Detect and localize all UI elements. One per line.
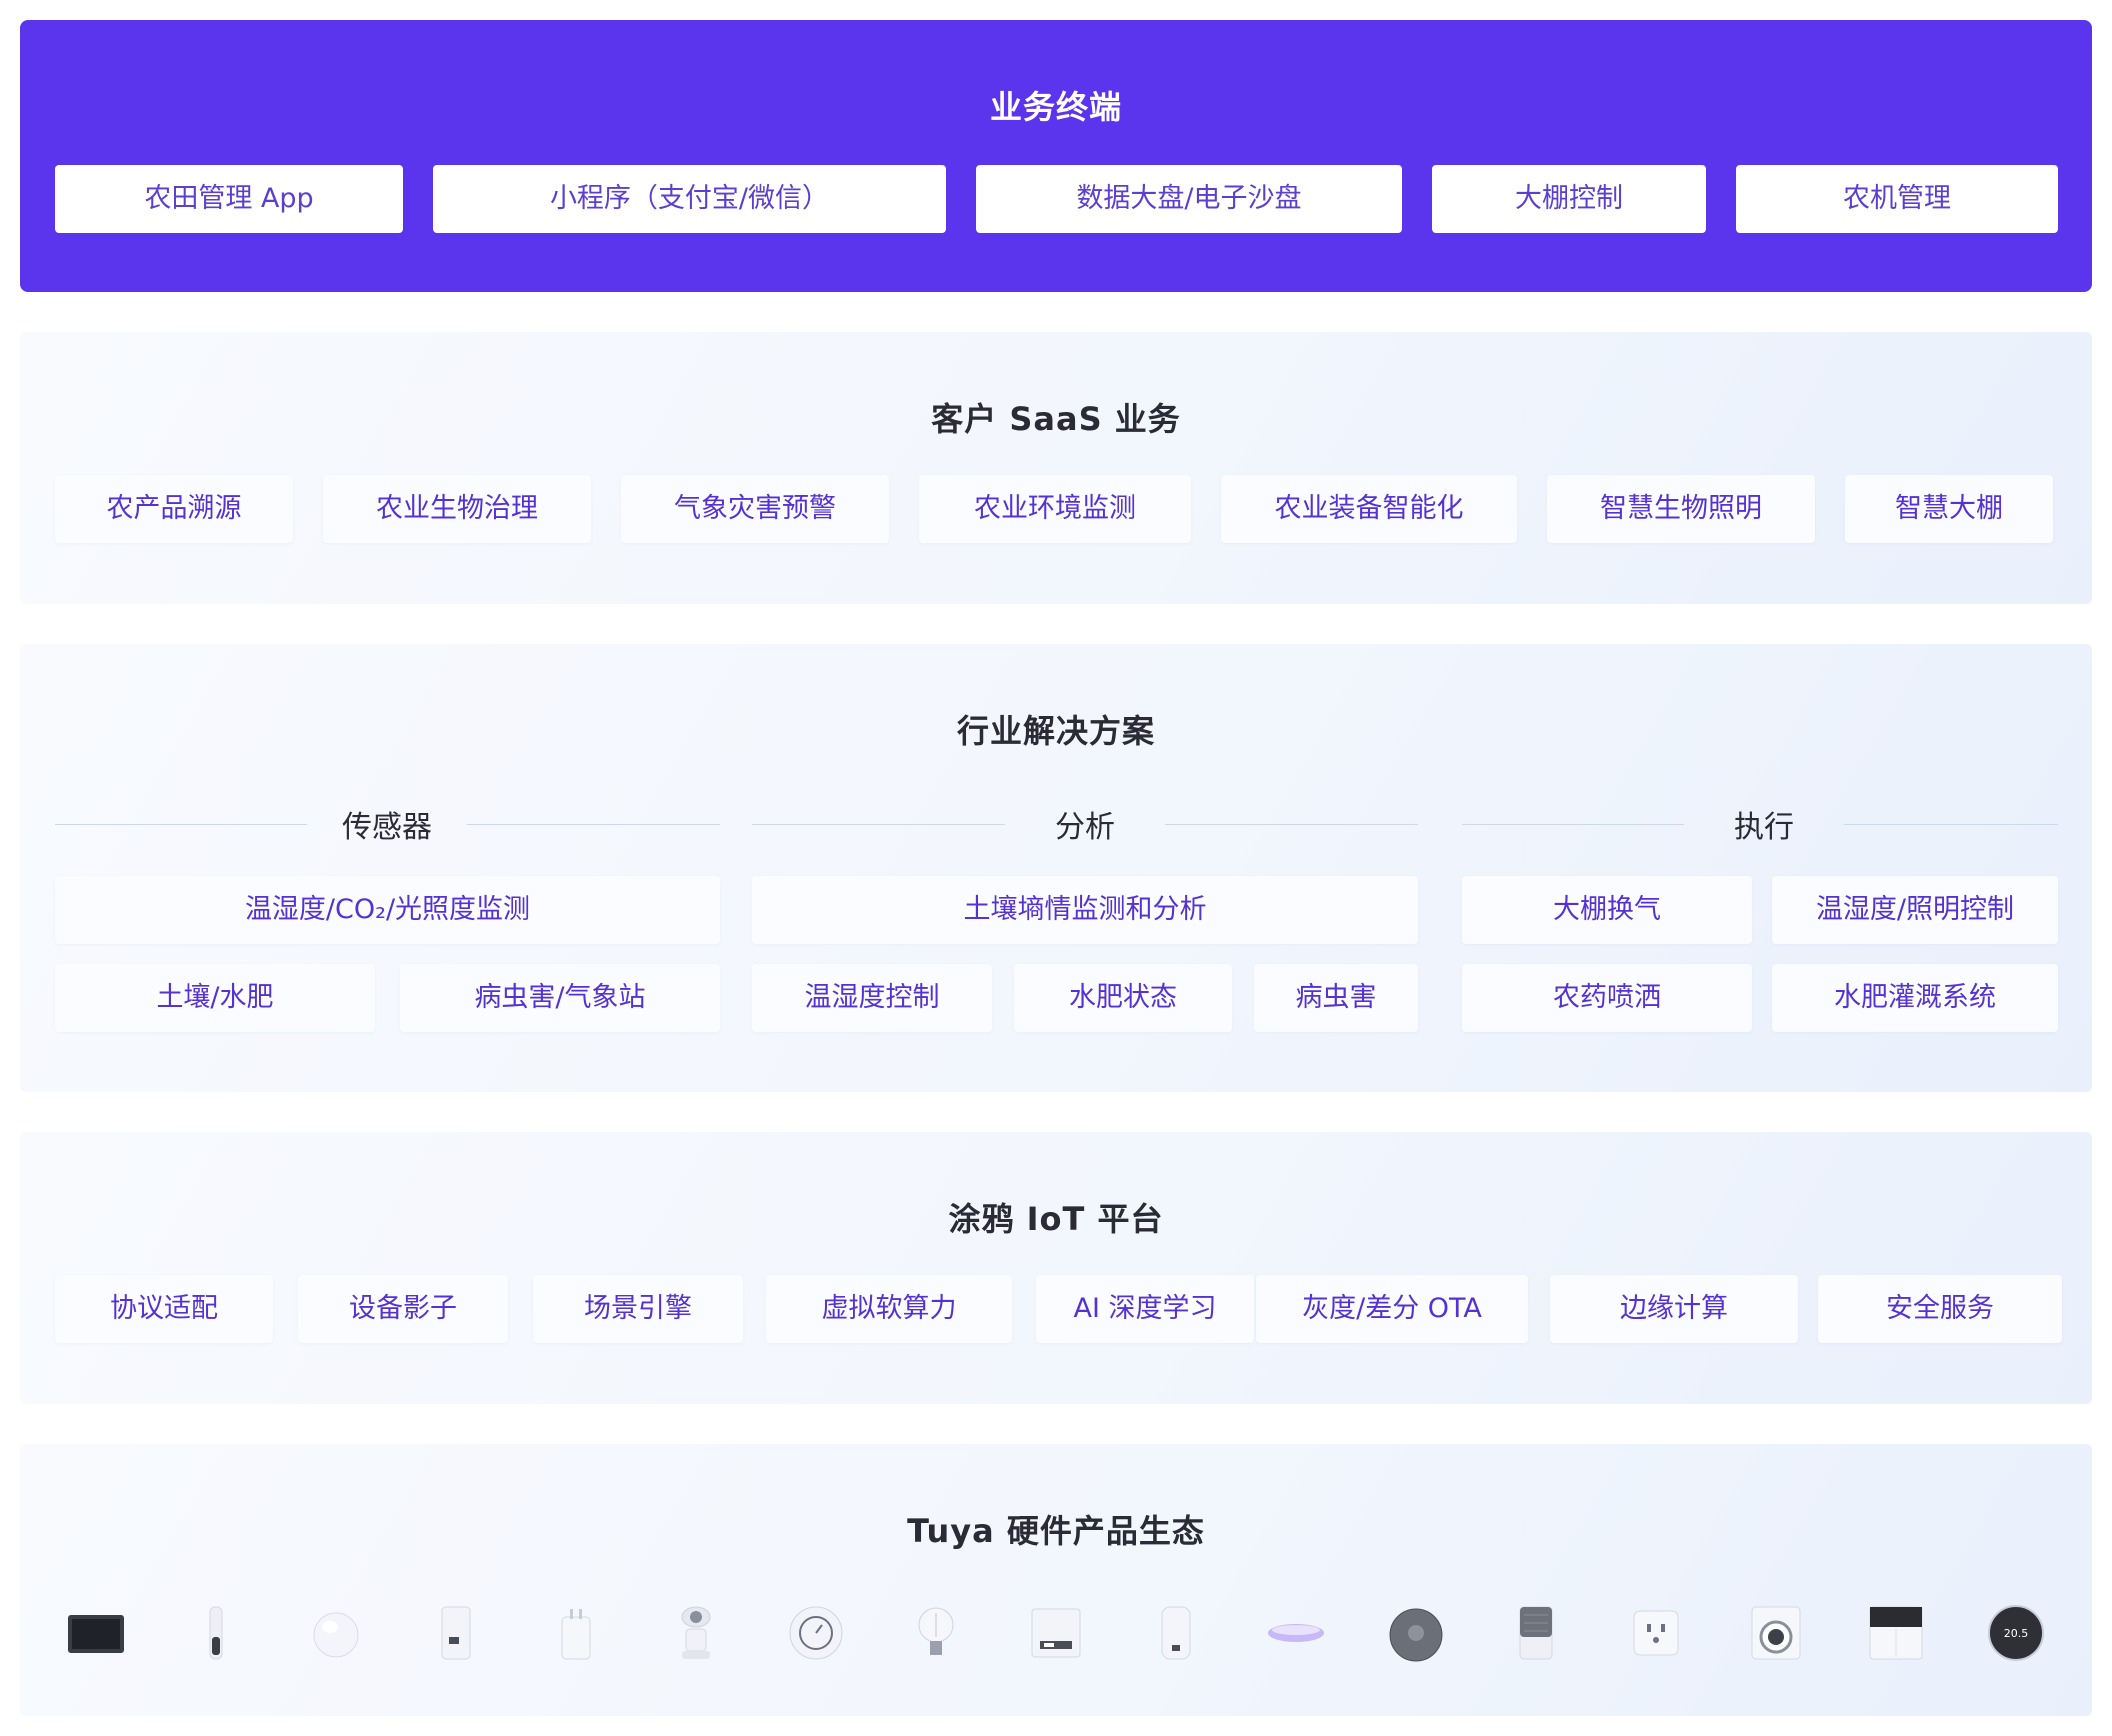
smart-ball-icon <box>306 1603 366 1663</box>
terminal-item-greenhouse-control[interactable]: 大棚控制 <box>1432 165 1706 233</box>
section-title-hardware: Tuya 硬件产品生态 <box>907 1512 1205 1550</box>
sensor-item-climate-monitoring[interactable]: 温湿度/CO₂/光照度监测 <box>55 876 720 944</box>
divider-line <box>1844 824 2058 825</box>
terminal-item-mini-program[interactable]: 小程序（支付宝/微信） <box>433 165 946 233</box>
execution-item-ventilation[interactable]: 大棚换气 <box>1462 876 1752 944</box>
hardware-ecosystem-section: Tuya 硬件产品生态 <box>20 1444 2092 1716</box>
analysis-item-soil-moisture[interactable]: 土壤墒情监测和分析 <box>752 876 1418 944</box>
iot-item-protocol[interactable]: 协议适配 <box>55 1275 273 1343</box>
switch-panel-icon <box>1866 1603 1926 1663</box>
gauge-icon <box>786 1603 846 1663</box>
iot-item-edge-computing[interactable]: 边缘计算 <box>1550 1275 1798 1343</box>
ceiling-light-icon <box>1266 1603 1326 1663</box>
sensor-item-pest-weather[interactable]: 病虫害/气象站 <box>400 964 720 1032</box>
business-terminal-section: 业务终端 农田管理 App 小程序（支付宝/微信） 数据大盘/电子沙盘 大棚控制… <box>20 20 2092 292</box>
group-title-sensor: 传感器 <box>342 810 432 845</box>
analysis-item-pest[interactable]: 病虫害 <box>1254 964 1418 1032</box>
robot-vacuum-icon <box>1386 1603 1446 1663</box>
group-title-execution: 执行 <box>1734 810 1794 845</box>
saas-item-smart-greenhouse[interactable]: 智慧大棚 <box>1845 475 2053 543</box>
divider-line <box>467 824 720 825</box>
air-purifier-icon <box>1506 1603 1566 1663</box>
industry-solution-section: 行业解决方案 传感器 分析 执行 温湿度/CO₂/光照度监测 土壤/水肥 病虫害… <box>20 644 2092 1092</box>
divider-line <box>55 824 307 825</box>
tablet-icon <box>66 1603 126 1663</box>
sensor-stick-icon <box>186 1603 246 1663</box>
divider-line <box>1462 824 1684 825</box>
saas-item-bio-lighting[interactable]: 智慧生物照明 <box>1547 475 1815 543</box>
light-bulb-icon <box>906 1603 966 1663</box>
group-title-analysis: 分析 <box>1055 810 1115 845</box>
iot-item-virtual-compute[interactable]: 虚拟软算力 <box>766 1275 1012 1343</box>
terminal-item-farm-app[interactable]: 农田管理 App <box>55 165 403 233</box>
iot-item-scene-engine[interactable]: 场景引擎 <box>533 1275 743 1343</box>
camera-icon <box>666 1603 726 1663</box>
execution-item-climate-lighting-control[interactable]: 温湿度/照明控制 <box>1772 876 2058 944</box>
saas-item-env-monitoring[interactable]: 农业环境监测 <box>919 475 1191 543</box>
iot-platform-section: 涂鸦 IoT 平台 协议适配 设备影子 场景引擎 虚拟软算力 AI 深度学习 灰… <box>20 1132 2092 1404</box>
section-title-iot: 涂鸦 IoT 平台 <box>948 1200 1164 1238</box>
execution-item-pesticide-spraying[interactable]: 农药喷洒 <box>1462 964 1752 1032</box>
saas-section: 客户 SaaS 业务 农产品溯源 农业生物治理 气象灾害预警 农业环境监测 农业… <box>20 332 2092 604</box>
iot-item-security[interactable]: 安全服务 <box>1818 1275 2062 1343</box>
thermostat-reading: 20.5 <box>2004 1627 2029 1640</box>
saas-item-smart-equipment[interactable]: 农业装备智能化 <box>1221 475 1517 543</box>
divider-line <box>1165 824 1418 825</box>
analysis-item-climate-control[interactable]: 温湿度控制 <box>752 964 992 1032</box>
gateway-icon <box>1026 1603 1086 1663</box>
iot-item-device-shadow[interactable]: 设备影子 <box>298 1275 508 1343</box>
saas-item-weather-warning[interactable]: 气象灾害预警 <box>621 475 889 543</box>
terminal-item-dashboard[interactable]: 数据大盘/电子沙盘 <box>976 165 1402 233</box>
divider-line <box>752 824 1005 825</box>
execution-item-irrigation[interactable]: 水肥灌溉系统 <box>1772 964 2058 1032</box>
section-title-solution: 行业解决方案 <box>956 712 1155 750</box>
iot-item-ai-learning[interactable]: AI 深度学习 <box>1036 1275 1254 1343</box>
saas-item-traceability[interactable]: 农产品溯源 <box>55 475 293 543</box>
terminal-item-machinery[interactable]: 农机管理 <box>1736 165 2058 233</box>
smart-plug-icon <box>546 1603 606 1663</box>
thermostat-icon: 20.5 <box>1986 1603 2046 1663</box>
water-heater-icon <box>426 1603 486 1663</box>
washing-machine-icon <box>1746 1603 1806 1663</box>
humidifier-icon <box>1146 1603 1206 1663</box>
iot-item-ota[interactable]: 灰度/差分 OTA <box>1256 1275 1528 1343</box>
sensor-item-soil-fertilizer[interactable]: 土壤/水肥 <box>55 964 375 1032</box>
wall-socket-icon <box>1626 1603 1686 1663</box>
saas-item-bio-governance[interactable]: 农业生物治理 <box>323 475 591 543</box>
section-title-saas: 客户 SaaS 业务 <box>931 400 1181 438</box>
analysis-item-fertilizer-status[interactable]: 水肥状态 <box>1014 964 1232 1032</box>
section-title-terminal: 业务终端 <box>989 88 1122 126</box>
